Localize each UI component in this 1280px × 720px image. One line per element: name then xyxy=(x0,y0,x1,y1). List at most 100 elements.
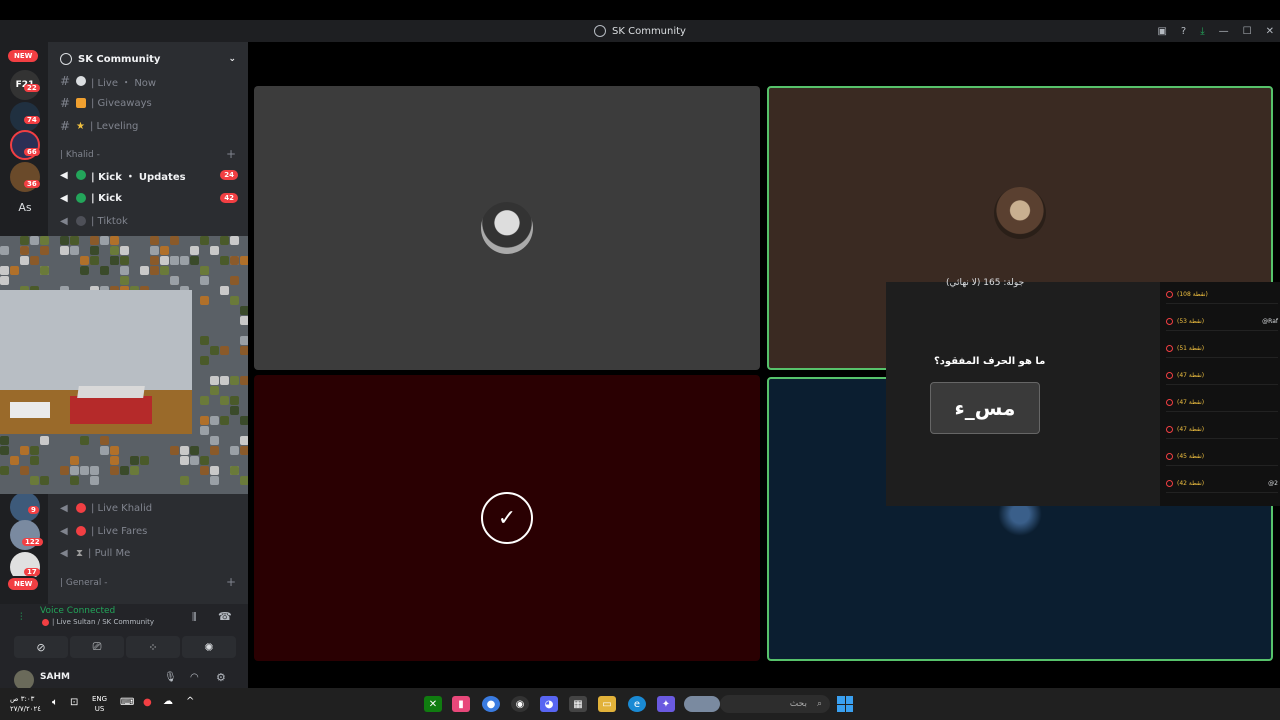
notes-app-icon[interactable]: ▮ xyxy=(452,696,470,712)
puzzle-piece[interactable] xyxy=(110,446,119,455)
puzzle-piece[interactable] xyxy=(120,466,129,475)
puzzle-piece[interactable] xyxy=(170,276,179,285)
file-explorer-icon[interactable]: ▭ xyxy=(598,696,616,712)
screen-share-button[interactable]: ⎚ xyxy=(70,636,124,658)
minimize-icon[interactable]: — xyxy=(1219,26,1229,37)
puzzle-piece[interactable] xyxy=(190,246,199,255)
avatar[interactable] xyxy=(994,187,1046,239)
puzzle-piece[interactable] xyxy=(80,256,89,265)
puzzle-piece[interactable] xyxy=(200,356,209,365)
voice-channel-link[interactable]: | Live Sultan / SK Community xyxy=(52,618,154,626)
puzzle-piece[interactable] xyxy=(150,246,159,255)
channel-item[interactable]: # ★ | Leveling xyxy=(48,116,248,136)
puzzle-piece[interactable] xyxy=(230,466,239,475)
puzzle-piece[interactable] xyxy=(200,276,209,285)
puzzle-piece[interactable] xyxy=(30,236,39,245)
puzzle-piece[interactable] xyxy=(40,246,49,255)
puzzle-piece[interactable] xyxy=(150,256,159,265)
puzzle-piece[interactable] xyxy=(100,436,109,445)
signal-icon[interactable]: ⫶ xyxy=(20,612,23,623)
puzzle-piece[interactable] xyxy=(130,456,139,465)
puzzle-piece[interactable] xyxy=(70,456,79,465)
add-channel-icon[interactable]: + xyxy=(226,147,236,161)
puzzle-piece[interactable] xyxy=(0,466,9,475)
logo-avatar[interactable]: ✓ xyxy=(481,492,533,544)
disconnect-icon[interactable]: ☎ xyxy=(218,610,232,623)
search-highlight-icon[interactable] xyxy=(684,696,720,712)
avatar[interactable] xyxy=(481,202,533,254)
obs-icon[interactable]: ◉ xyxy=(511,696,529,712)
voice-channel-item[interactable]: ◀ | Live Khalid xyxy=(48,498,248,518)
headphones-icon[interactable]: ◠ xyxy=(190,672,199,683)
copilot-icon[interactable]: ✦ xyxy=(657,696,675,712)
server-header[interactable]: SK Community ⌄ xyxy=(48,50,248,68)
puzzle-piece[interactable] xyxy=(10,456,19,465)
puzzle-piece[interactable] xyxy=(160,246,169,255)
mic-in-use-icon[interactable]: ● xyxy=(143,697,152,708)
puzzle-piece[interactable] xyxy=(220,396,229,405)
puzzle-piece[interactable] xyxy=(140,456,149,465)
puzzle-piece[interactable] xyxy=(100,446,109,455)
voice-channel-item[interactable]: ◀ ⧗ | Pull Me xyxy=(48,543,248,563)
soundboard-button[interactable]: ✺ xyxy=(182,636,236,658)
puzzle-piece[interactable] xyxy=(220,256,229,265)
puzzle-piece[interactable] xyxy=(190,446,199,455)
puzzle-piece[interactable] xyxy=(70,476,79,485)
windows-start-icon[interactable] xyxy=(837,696,853,712)
mic-icon[interactable]: 🎙︎ xyxy=(164,672,177,683)
puzzle-piece[interactable] xyxy=(100,266,109,275)
puzzle-piece[interactable] xyxy=(110,456,119,465)
puzzle-piece[interactable] xyxy=(90,236,99,245)
voice-channel-item[interactable]: ◀ | Kick ・ Updates 24 xyxy=(48,165,248,185)
puzzle-piece[interactable] xyxy=(220,286,229,295)
puzzle-piece[interactable] xyxy=(130,466,139,475)
maximize-icon[interactable]: ☐ xyxy=(1243,26,1252,37)
puzzle-piece[interactable] xyxy=(210,466,219,475)
puzzle-piece[interactable] xyxy=(200,336,209,345)
close-icon[interactable]: ✕ xyxy=(1266,26,1274,37)
puzzle-piece[interactable] xyxy=(110,246,119,255)
search-box[interactable]: بحث ⌕ xyxy=(720,695,830,713)
guild-as[interactable]: As xyxy=(10,192,40,222)
camera-off-button[interactable]: ⊘ xyxy=(14,636,68,658)
puzzle-piece[interactable] xyxy=(110,236,119,245)
puzzle-piece[interactable] xyxy=(150,236,159,245)
voice-status[interactable]: Voice Connected xyxy=(40,606,115,616)
puzzle-piece[interactable] xyxy=(60,466,69,475)
help-icon[interactable]: ? xyxy=(1181,26,1186,37)
category-khalid[interactable]: | Khalid - xyxy=(60,150,100,160)
puzzle-piece[interactable] xyxy=(200,236,209,245)
voice-channel-item[interactable]: ◀ | Live Fares xyxy=(48,521,248,541)
puzzle-piece[interactable] xyxy=(20,246,29,255)
puzzle-piece[interactable] xyxy=(230,446,239,455)
voice-channel-item[interactable]: ◀ | Kick 42 xyxy=(48,188,248,208)
puzzle-piece[interactable] xyxy=(170,236,179,245)
puzzle-piece[interactable] xyxy=(210,386,219,395)
puzzle-piece[interactable] xyxy=(220,236,229,245)
puzzle-piece[interactable] xyxy=(200,426,209,435)
voice-channel-item[interactable]: ◀ | Tiktok xyxy=(48,211,248,231)
noise-suppression-icon[interactable]: ⫼ xyxy=(192,612,197,623)
puzzle-piece[interactable] xyxy=(20,256,29,265)
channel-item[interactable]: # | Live ・ Now xyxy=(48,71,248,91)
inbox-icon[interactable]: ▣ xyxy=(1157,26,1166,37)
puzzle-piece[interactable] xyxy=(210,376,219,385)
puzzle-piece[interactable] xyxy=(60,246,69,255)
puzzle-piece[interactable] xyxy=(80,436,89,445)
puzzle-piece[interactable] xyxy=(70,466,79,475)
settings-gear-icon[interactable]: ⚙ xyxy=(216,671,226,684)
puzzle-piece[interactable] xyxy=(200,456,209,465)
puzzle-piece[interactable] xyxy=(30,456,39,465)
puzzle-piece[interactable] xyxy=(210,476,219,485)
puzzle-piece[interactable] xyxy=(230,376,239,385)
puzzle-piece[interactable] xyxy=(150,266,159,275)
puzzle-piece[interactable] xyxy=(90,466,99,475)
puzzle-piece[interactable] xyxy=(160,256,169,265)
add-channel-icon[interactable]: + xyxy=(226,575,236,589)
puzzle-piece[interactable] xyxy=(210,436,219,445)
puzzle-piece[interactable] xyxy=(90,246,99,255)
puzzle-piece[interactable] xyxy=(70,236,79,245)
puzzle-piece[interactable] xyxy=(0,246,9,255)
channel-item[interactable]: # | Giveaways xyxy=(48,93,248,113)
puzzle-piece[interactable] xyxy=(160,266,169,275)
